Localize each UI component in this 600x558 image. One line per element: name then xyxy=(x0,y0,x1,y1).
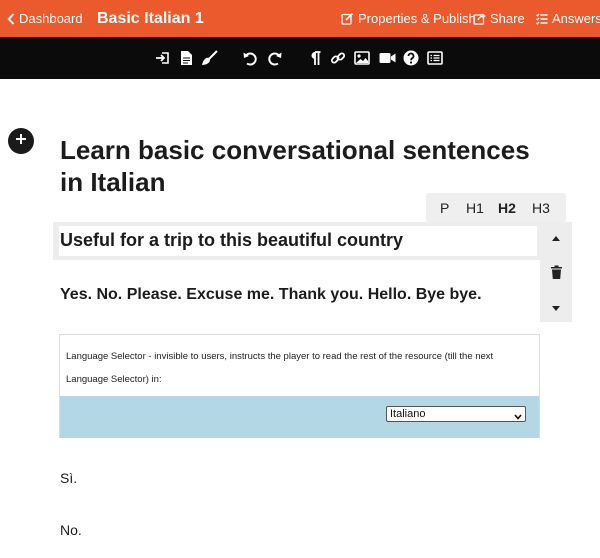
language-selector-band: Italiano xyxy=(60,396,539,438)
undo-icon[interactable] xyxy=(241,49,259,67)
dashboard-label: Dashboard xyxy=(19,11,83,26)
level-option-p[interactable]: P xyxy=(440,200,449,216)
heading-level-selector: P H1 H2 H3 xyxy=(426,193,566,223)
edit-icon xyxy=(341,12,354,25)
level-option-h3[interactable]: H3 xyxy=(532,200,550,216)
help-icon[interactable] xyxy=(402,49,420,67)
language-selector-description: Language Selector - invisible to users, … xyxy=(66,351,494,385)
video-icon[interactable] xyxy=(378,49,396,67)
clear-format-icon[interactable] xyxy=(200,49,218,67)
dashboard-back-link[interactable]: Dashboard xyxy=(7,0,83,37)
link-icon[interactable] xyxy=(329,49,347,67)
answers-button[interactable]: Answers xyxy=(536,0,600,37)
answers-label: Answers xyxy=(552,11,600,26)
properties-publish-button[interactable]: Properties & Publish xyxy=(341,0,476,37)
document-icon[interactable] xyxy=(177,49,195,67)
image-icon[interactable] xyxy=(353,49,371,67)
block-controls xyxy=(540,222,572,322)
app-header: Dashboard Basic Italian 1 Properties & P… xyxy=(0,0,600,37)
share-label: Share xyxy=(490,11,525,26)
redo-icon[interactable] xyxy=(266,49,284,67)
language-select-value: Italiano xyxy=(390,408,426,420)
plus-icon xyxy=(15,132,27,150)
list-icon[interactable] xyxy=(426,49,444,67)
editor-toolbar xyxy=(0,37,600,79)
document-title: Basic Italian 1 xyxy=(97,9,204,27)
language-selector-block: Language Selector - invisible to users, … xyxy=(59,334,540,438)
chevron-down-icon xyxy=(514,410,522,424)
language-select[interactable]: Italiano xyxy=(386,406,526,422)
heading-1-block[interactable]: Learn basic conversational sentences in … xyxy=(60,134,530,198)
heading-2-block[interactable]: Useful for a trip to this beautiful coun… xyxy=(60,230,403,251)
checklist-icon xyxy=(536,13,548,25)
paragraph-icon[interactable] xyxy=(306,49,324,67)
level-option-h2[interactable]: H2 xyxy=(498,200,516,216)
move-up-icon[interactable] xyxy=(548,230,564,246)
level-option-h1[interactable]: H1 xyxy=(466,200,484,216)
import-icon[interactable] xyxy=(154,49,172,67)
add-block-button[interactable] xyxy=(8,128,34,154)
share-icon xyxy=(473,12,486,25)
heading-3-block[interactable]: Yes. No. Please. Excuse me. Thank you. H… xyxy=(60,286,482,304)
paragraph-block[interactable]: No. xyxy=(60,522,82,538)
paragraph-block[interactable]: Sì. xyxy=(60,470,77,486)
trash-icon[interactable] xyxy=(548,264,564,280)
share-button[interactable]: Share xyxy=(473,0,525,37)
chevron-left-icon xyxy=(7,12,15,25)
move-down-icon[interactable] xyxy=(548,300,564,316)
properties-publish-label: Properties & Publish xyxy=(358,11,476,26)
